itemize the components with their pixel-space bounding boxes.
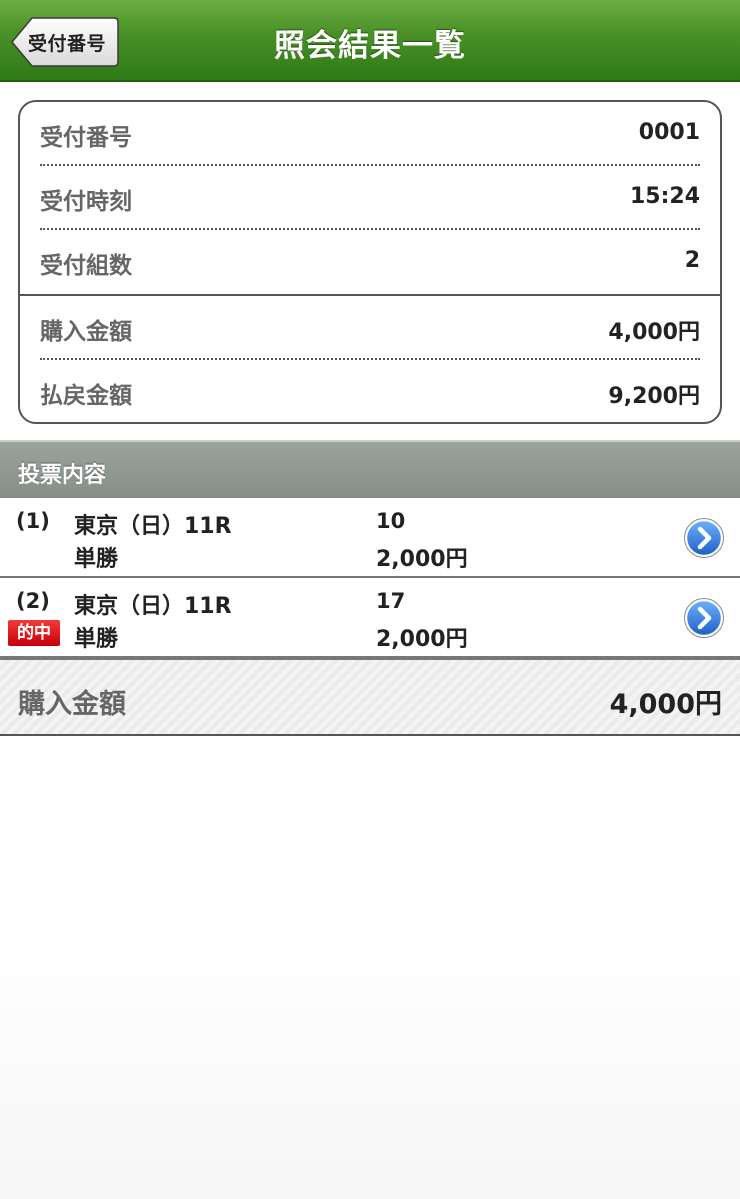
navigation-bar: 受付番号 照会結果一覧 [0, 0, 740, 82]
bet-amount: 2,000円 [376, 547, 468, 572]
bet-amount: 2,000円 [376, 627, 468, 652]
page: 受付番号 照会結果一覧 受付番号 0001 受付時刻 15:24 受付組数 2 … [0, 0, 740, 1199]
section-header-bet-contents: 投票内容 [0, 440, 740, 498]
summary-row-purchase-amount: 購入金額 4,000円 [20, 296, 720, 360]
summary-row-payout-amount: 払戻金額 9,200円 [20, 360, 720, 422]
section-title: 投票内容 [18, 463, 107, 488]
bet-race: 東京（日）11R [74, 514, 232, 539]
summary-label: 受付時刻 [40, 189, 132, 215]
summary-label: 購入金額 [40, 319, 132, 345]
bet-race: 東京（日）11R [74, 594, 232, 619]
summary-value: 15:24 [629, 184, 700, 209]
receipt-summary-card: 受付番号 0001 受付時刻 15:24 受付組数 2 購入金額 4,000円 … [18, 100, 722, 424]
bet-row[interactable]: (2) 的中 東京（日）11R 単勝 17 2,000円 [0, 578, 740, 658]
summary-value: 2 [684, 248, 700, 273]
bet-horse-number: 10 [376, 509, 406, 533]
page-title: 照会結果一覧 [274, 28, 466, 64]
bet-horse-number: 17 [376, 589, 406, 613]
bet-type: 単勝 [74, 547, 119, 572]
total-purchase-bar: 購入金額 4,000円 [0, 658, 740, 736]
bet-row[interactable]: (1) 東京（日）11R 単勝 10 2,000円 [0, 498, 740, 578]
summary-row-set-count: 受付組数 2 [20, 230, 720, 294]
chevron-right-icon[interactable] [684, 598, 724, 638]
total-label: 購入金額 [18, 689, 126, 720]
summary-row-receipt-number: 受付番号 0001 [20, 102, 720, 166]
summary-row-receipt-time: 受付時刻 15:24 [20, 166, 720, 230]
total-value: 4,000円 [609, 689, 722, 720]
bet-number: (1) [16, 509, 50, 533]
hit-badge: 的中 [8, 620, 60, 646]
chevron-right-icon[interactable] [684, 518, 724, 558]
summary-value: 9,200円 [608, 384, 700, 409]
summary-label: 受付組数 [40, 253, 132, 279]
summary-value: 4,000円 [608, 320, 700, 345]
bet-type: 単勝 [74, 627, 119, 652]
summary-label: 払戻金額 [40, 383, 132, 409]
summary-value: 0001 [638, 120, 700, 145]
summary-label: 受付番号 [40, 125, 132, 151]
bet-number: (2) [16, 589, 50, 613]
